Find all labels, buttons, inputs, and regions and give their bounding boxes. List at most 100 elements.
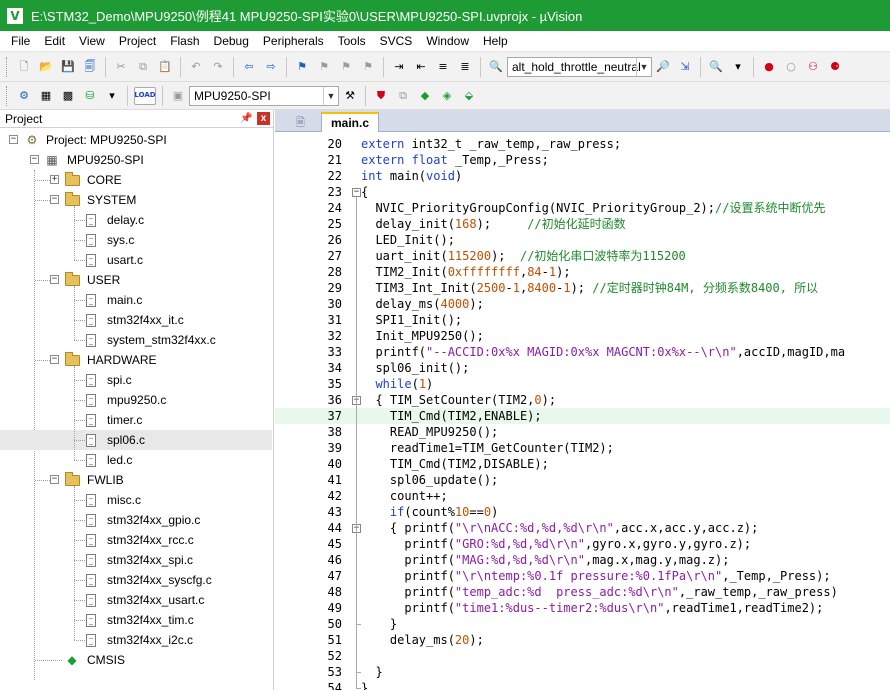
clear-bookmarks-icon[interactable]: ⚑ <box>359 58 377 76</box>
pin-icon[interactable]: 📌 <box>240 112 253 125</box>
menu-project[interactable]: Project <box>112 34 163 48</box>
unindent-icon[interactable]: ⇤ <box>412 58 430 76</box>
disable-breakpoints-icon[interactable]: ⚇ <box>804 58 822 76</box>
next-bookmark-icon[interactable]: ⚑ <box>337 58 355 76</box>
uncomment-icon[interactable]: ≣ <box>456 58 474 76</box>
code-line[interactable]: 41 spl06_update(); <box>275 472 890 488</box>
select-packs-icon[interactable]: ◈ <box>438 87 456 105</box>
comment-icon[interactable]: ≡ <box>434 58 452 76</box>
code-line[interactable]: 24 NVIC_PriorityGroupConfig(NVIC_Priorit… <box>275 200 890 216</box>
code-line[interactable]: 46 printf("MAG:%d,%d,%d\r\n",mag.x,mag.y… <box>275 552 890 568</box>
tree-file-system_stm32f4xx-c[interactable]: system_stm32f4xx.c <box>0 330 272 350</box>
code-line[interactable]: 30 delay_ms(4000); <box>275 296 890 312</box>
save-icon[interactable]: 💾 <box>59 58 77 76</box>
find-in-files-icon[interactable]: 🔍 <box>487 58 505 76</box>
code-line[interactable]: 25 delay_init(168); //初始化延时函数 <box>275 216 890 232</box>
code-line[interactable]: 43 if(count%10==0) <box>275 504 890 520</box>
collapse-icon[interactable]: − <box>30 155 39 164</box>
tree-file-spl06-c[interactable]: spl06.c <box>0 430 272 450</box>
code-line[interactable]: 33 printf("--ACCID:0x%x MAGID:0x%x MAGCN… <box>275 344 890 360</box>
code-line[interactable]: 37 TIM_Cmd(TIM2,ENABLE); <box>275 408 890 424</box>
batch-build-icon[interactable]: ⛁ <box>81 87 99 105</box>
menu-help[interactable]: Help <box>476 34 515 48</box>
code-line[interactable]: 49 printf("time1:%dus--timer2:%dus\r\n",… <box>275 600 890 616</box>
options-for-target-icon[interactable]: ⚒ <box>341 87 359 105</box>
debug-dropdown-icon[interactable]: ▾ <box>729 58 747 76</box>
tree-file-usart-c[interactable]: usart.c <box>0 250 272 270</box>
find-icon[interactable]: 🔎 <box>654 58 672 76</box>
kill-breakpoints-icon[interactable]: ⚈ <box>826 58 844 76</box>
tree-file-stm32f4xx_spi-c[interactable]: stm32f4xx_spi.c <box>0 550 272 570</box>
chevron-down-icon[interactable]: ▼ <box>323 86 338 105</box>
code-line[interactable]: 20 extern int32_t _raw_temp,_raw_press; <box>275 136 890 152</box>
code-line[interactable]: 38 READ_MPU9250(); <box>275 424 890 440</box>
collapse-icon[interactable]: − <box>50 275 59 284</box>
code-line[interactable]: 40 TIM_Cmd(TIM2,DISABLE); <box>275 456 890 472</box>
collapse-icon[interactable]: − <box>50 195 59 204</box>
tree-file-stm32f4xx_syscfg-c[interactable]: stm32f4xx_syscfg.c <box>0 570 272 590</box>
bookmark-icon[interactable]: ⚑ <box>293 58 311 76</box>
find-combo[interactable]: alt_hold_throttle_neutral ▼ <box>507 56 652 77</box>
code-line[interactable]: 34 spl06_init(); <box>275 360 890 376</box>
redo-icon[interactable]: ↷ <box>209 58 227 76</box>
code-line[interactable]: 50 } <box>275 616 890 632</box>
tree-file-sys-c[interactable]: sys.c <box>0 230 272 250</box>
tree-item-target[interactable]: − ▦ MPU9250-SPI <box>0 150 272 170</box>
download-load-icon[interactable]: LOAD <box>134 86 156 105</box>
manage-run-time-environment-icon[interactable]: ◆ <box>416 87 434 105</box>
code-line[interactable]: 54} <box>275 680 890 690</box>
menu-debug[interactable]: Debug <box>207 34 256 48</box>
code-line[interactable]: 27 uart_init(115200); //初始化串口波特率为115200 <box>275 248 890 264</box>
collapse-icon[interactable]: − <box>50 475 59 484</box>
tree-file-timer-c[interactable]: timer.c <box>0 410 272 430</box>
tree-file-misc-c[interactable]: misc.c <box>0 490 272 510</box>
code-editor[interactable]: 20 extern int32_t _raw_temp,_raw_press; 21… <box>275 132 890 690</box>
tree-file-stm32f4xx_usart-c[interactable]: stm32f4xx_usart.c <box>0 590 272 610</box>
code-line[interactable]: 39 readTime1=TIM_GetCounter(TIM2); <box>275 440 890 456</box>
pack-installer-icon[interactable]: ⬙ <box>460 87 478 105</box>
code-line[interactable]: 52 <box>275 648 890 664</box>
menu-peripherals[interactable]: Peripherals <box>256 34 331 48</box>
stop-build-icon[interactable]: ▾ <box>103 87 121 105</box>
title-bar[interactable]: V E:\STM32_Demo\MPU9250\例程41 MPU9250-SPI… <box>0 0 890 31</box>
tree-file-stm32f4xx_rcc-c[interactable]: stm32f4xx_rcc.c <box>0 530 272 550</box>
menu-svcs[interactable]: SVCS <box>373 34 420 48</box>
fold-collapse-icon[interactable]: − <box>352 188 361 197</box>
code-line[interactable]: 47 printf("\r\ntemp:%0.1f pressure:%0.1f… <box>275 568 890 584</box>
tree-file-stm32f4xx_gpio-c[interactable]: stm32f4xx_gpio.c <box>0 510 272 530</box>
code-line[interactable]: 53 } <box>275 664 890 680</box>
tree-item-project-root[interactable]: − ⚙ Project: MPU9250-SPI <box>0 130 272 150</box>
tree-file-stm32f4xx_it-c[interactable]: stm32f4xx_it.c <box>0 310 272 330</box>
collapse-icon[interactable]: − <box>9 135 18 144</box>
code-line[interactable]: 31 SPI1_Init(); <box>275 312 890 328</box>
indent-icon[interactable]: ⇥ <box>390 58 408 76</box>
undo-icon[interactable]: ↶ <box>187 58 205 76</box>
prev-bookmark-icon[interactable]: ⚑ <box>315 58 333 76</box>
paste-icon[interactable]: 📋 <box>156 58 174 76</box>
debug-session-icon[interactable]: 🔍 <box>707 58 725 76</box>
tree-file-stm32f4xx_i2c-c[interactable]: stm32f4xx_i2c.c <box>0 630 272 650</box>
code-line[interactable]: 42 count++; <box>275 488 890 504</box>
target-select[interactable]: MPU9250-SPI ▼ <box>189 85 339 106</box>
tree-file-mpu9250-c[interactable]: mpu9250.c <box>0 390 272 410</box>
build-icon[interactable]: ▦ <box>37 87 55 105</box>
tree-file-main-c[interactable]: main.c <box>0 290 272 310</box>
code-line[interactable]: 45 printf("GRO:%d,%d,%d\r\n",gyro.x,gyro… <box>275 536 890 552</box>
code-line[interactable]: 44− { printf("\r\nACC:%d,%d,%d\r\n",acc.… <box>275 520 890 536</box>
tree-file-led-c[interactable]: led.c <box>0 450 272 470</box>
expand-icon[interactable]: + <box>50 175 59 184</box>
code-line[interactable]: 21 extern float _Temp,_Press; <box>275 152 890 168</box>
new-file-icon[interactable]: 🗋 <box>15 58 33 76</box>
incremental-find-icon[interactable]: ⇲ <box>676 58 694 76</box>
navigate-back-icon[interactable]: ⇦ <box>240 58 258 76</box>
copy-icon[interactable]: ⧉ <box>134 58 152 76</box>
rebuild-icon[interactable]: ▩ <box>59 87 77 105</box>
translate-icon[interactable]: ⚙ <box>15 87 33 105</box>
close-icon[interactable]: x <box>257 112 270 125</box>
manage-project-items-icon[interactable]: ⛊ <box>372 87 390 105</box>
code-line[interactable]: 32 Init_MPU9250(); <box>275 328 890 344</box>
tree-file-delay-c[interactable]: delay.c <box>0 210 272 230</box>
menu-tools[interactable]: Tools <box>331 34 373 48</box>
enable-breakpoint-icon[interactable]: ○ <box>782 58 800 76</box>
toolbar-grip[interactable] <box>6 56 9 77</box>
